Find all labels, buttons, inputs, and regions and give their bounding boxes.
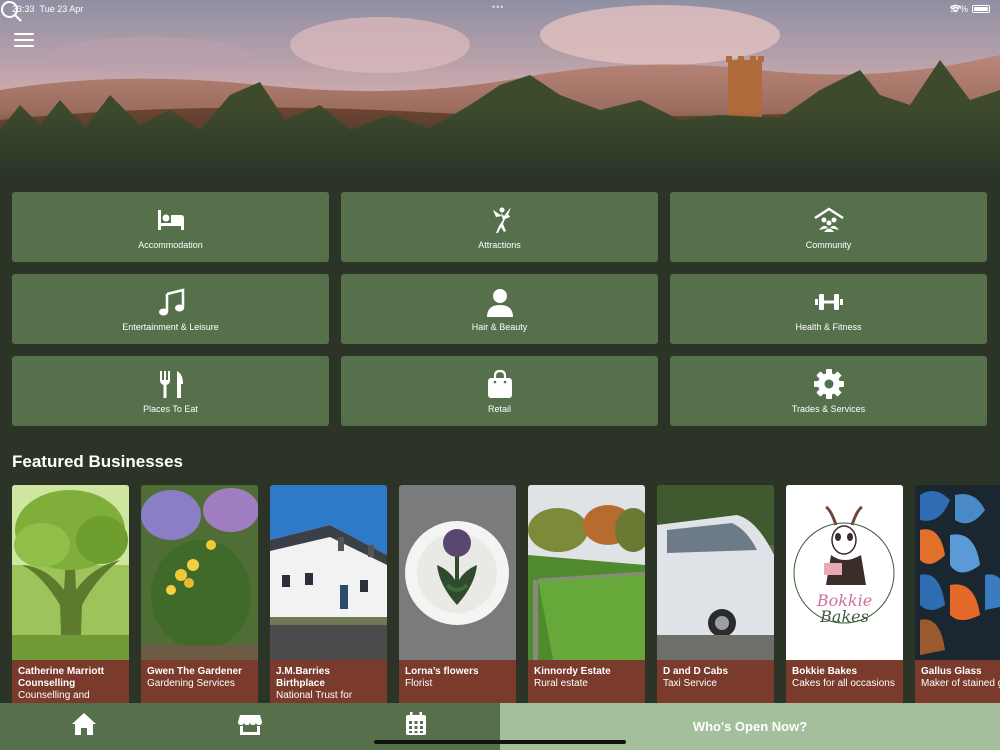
cutlery-icon (159, 371, 183, 398)
home-icon[interactable] (71, 711, 97, 737)
shopping-bag-icon (487, 369, 512, 398)
card-image (270, 485, 387, 660)
home-indicator[interactable] (374, 740, 626, 744)
card-name: Gwen The Gardener (147, 666, 243, 677)
card-subtitle: Florist (405, 678, 433, 689)
category-retail[interactable]: Retail (341, 356, 658, 426)
category-community[interactable]: Community (670, 192, 987, 262)
card-image (399, 485, 516, 660)
category-label: Trades & Services (791, 404, 866, 414)
bed-icon (157, 210, 184, 230)
category-places-to-eat[interactable]: Places To Eat (12, 356, 329, 426)
card-subtitle: National Trust for (276, 690, 353, 701)
bokkie-logo-line2: Bakes (820, 607, 869, 626)
card-subtitle: Counselling and (18, 690, 90, 701)
status-bar: 23:33 Tue 23 Apr ••• 97% (0, 0, 1000, 20)
bokkie-logo-text: Bokkie Bakes (786, 593, 903, 625)
card-name: D and D Cabs (663, 666, 729, 677)
category-label: Entertainment & Leisure (122, 322, 219, 332)
featured-card-bokkie-bakes[interactable]: Bokkie Bakes Bokkie Bakes Cakes for all … (786, 485, 903, 705)
bokkie-bakes-logo (786, 485, 903, 660)
category-label: Hair & Beauty (471, 322, 528, 332)
category-label: Health & Fitness (795, 322, 862, 332)
card-image (12, 485, 129, 660)
featured-section-title: Featured Businesses (12, 452, 184, 471)
card-image (657, 485, 774, 660)
card-image (528, 485, 645, 660)
dumbbell-icon (814, 294, 843, 310)
hero-landscape-image (0, 0, 1000, 175)
hero-banner: 23:33 Tue 23 Apr ••• 97% (0, 0, 1000, 175)
battery-icon (972, 5, 990, 13)
featured-card-lornas-flowers[interactable]: Lorna’s flowers Florist (399, 485, 516, 705)
app-root: 23:33 Tue 23 Apr ••• 97% Accommodation A… (0, 0, 1000, 750)
calendar-icon[interactable] (403, 711, 429, 737)
status-time: 23:33 Tue 23 Apr (12, 4, 83, 14)
featured-card-jm-barries-birthplace[interactable]: J.M.Barries Birthplace National Trust fo… (270, 485, 387, 705)
category-label: Places To Eat (143, 404, 198, 414)
category-label: Accommodation (138, 240, 203, 250)
hamburger-menu-button[interactable] (14, 33, 34, 49)
person-icon (486, 289, 513, 317)
featured-card-gwen-the-gardener[interactable]: Gwen The Gardener Gardening Services (141, 485, 258, 705)
card-name: Catherine Marriott Counselling (18, 666, 105, 689)
card-subtitle: Rural estate (534, 678, 588, 689)
card-name: Kinnordy Estate (534, 666, 611, 677)
community-icon (813, 207, 844, 232)
card-name: Bokkie Bakes (792, 666, 858, 677)
category-health-fitness[interactable]: Health & Fitness (670, 274, 987, 344)
category-label: Retail (487, 404, 511, 414)
category-attractions[interactable]: Attractions (341, 192, 658, 262)
status-right: 97% (949, 4, 990, 14)
featured-card-gallus-glass[interactable]: Gallus Glass Maker of stained glass (915, 485, 1000, 705)
category-entertainment-leisure[interactable]: Entertainment & Leisure (12, 274, 329, 344)
music-icon (158, 288, 184, 316)
gear-icon (813, 369, 844, 399)
category-accommodation[interactable]: Accommodation (12, 192, 329, 262)
category-label: Community (805, 240, 852, 250)
card-subtitle: Cakes for all occasions (792, 678, 895, 689)
status-date-text: Tue 23 Apr (39, 4, 84, 14)
multitasking-dots[interactable]: ••• (492, 2, 504, 12)
featured-card-kinnordy-estate[interactable]: Kinnordy Estate Rural estate (528, 485, 645, 705)
card-name: J.M.Barries Birthplace (276, 666, 330, 689)
card-subtitle: Taxi Service (663, 678, 717, 689)
card-name: Lorna’s flowers (405, 666, 479, 677)
wifi-icon (949, 4, 961, 13)
featured-card-d-and-d-cabs[interactable]: D and D Cabs Taxi Service (657, 485, 774, 705)
card-image (141, 485, 258, 660)
card-image (915, 485, 1000, 660)
category-hair-beauty[interactable]: Hair & Beauty (341, 274, 658, 344)
category-label: Attractions (478, 240, 521, 250)
category-trades-services[interactable]: Trades & Services (670, 356, 987, 426)
card-image: Bokkie Bakes (786, 485, 903, 660)
category-grid: Accommodation Attractions Community Ente… (12, 192, 988, 426)
card-name: Gallus Glass (921, 666, 982, 677)
card-subtitle: Maker of stained glass (921, 678, 1000, 689)
featured-card-catherine-marriott[interactable]: Catherine Marriott Counselling Counselli… (12, 485, 129, 705)
store-icon[interactable] (237, 711, 263, 737)
card-subtitle: Gardening Services (147, 678, 235, 689)
search-icon[interactable] (0, 0, 22, 22)
hamburger-icon (14, 33, 34, 35)
fairy-icon (492, 207, 511, 233)
featured-carousel[interactable]: Catherine Marriott Counselling Counselli… (12, 485, 1000, 705)
